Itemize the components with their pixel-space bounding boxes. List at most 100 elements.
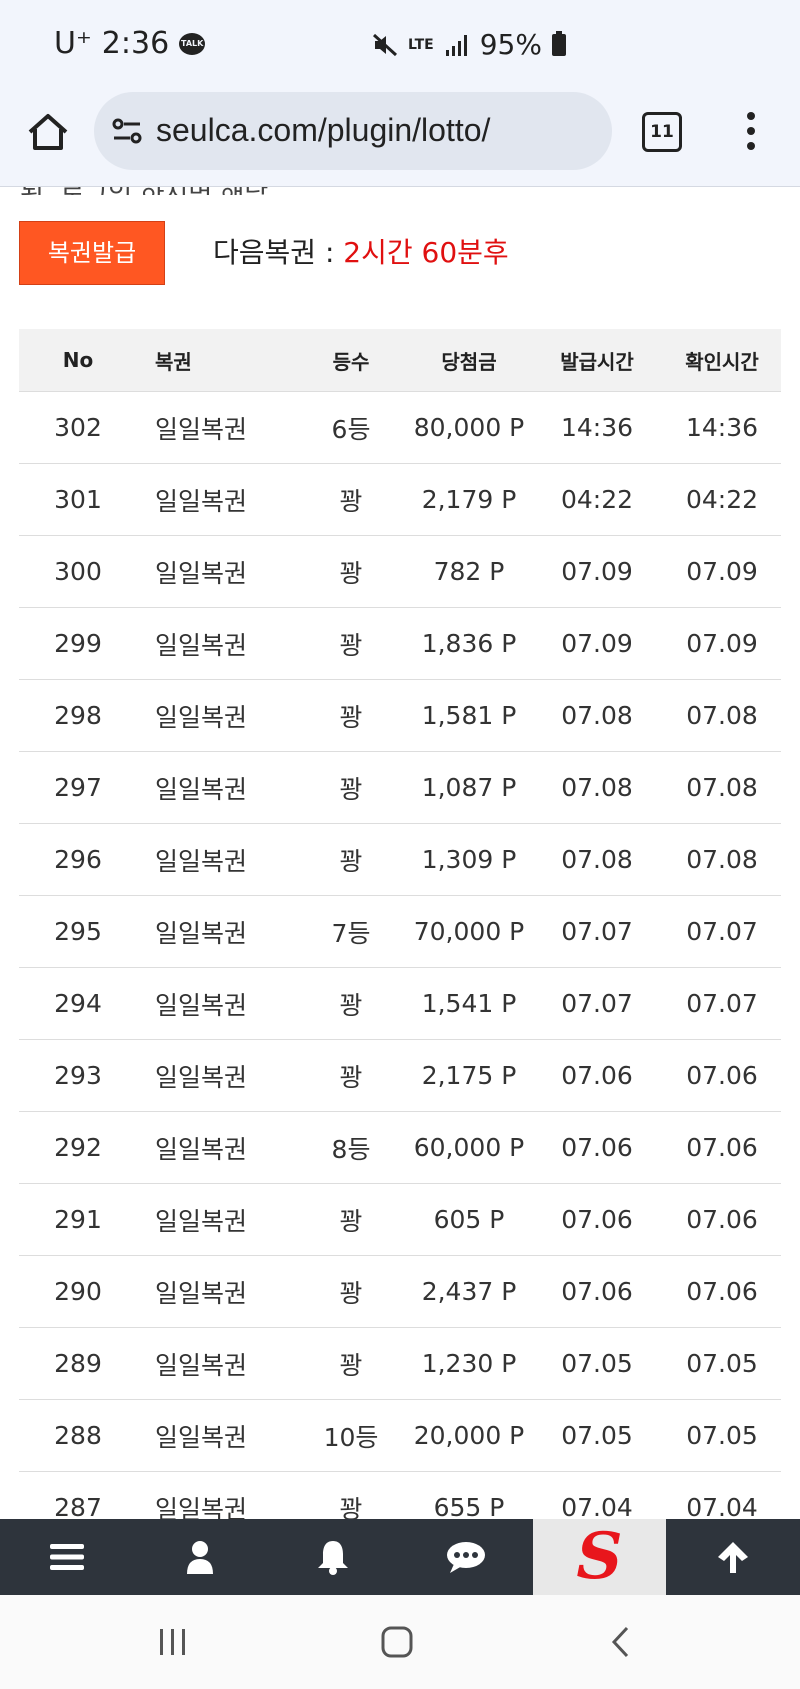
table-row: 292 일일복권 8등 60,000 P 07.06 07.06 <box>19 1112 781 1184</box>
android-nav-bar <box>0 1595 800 1689</box>
browser-toolbar: seulca.com/plugin/lotto/ 11 <box>0 90 800 187</box>
notification-button[interactable] <box>266 1519 399 1595</box>
row-lottery: 일일복권 <box>155 558 248 588</box>
row-check-time: 04:22 <box>685 485 759 514</box>
row-check-time: 07.08 <box>686 701 758 730</box>
row-issue-time: 07.06 <box>561 1277 633 1306</box>
row-lottery: 일일복권 <box>155 774 248 804</box>
site-logo-button[interactable]: S <box>533 1519 666 1595</box>
row-check-time: 07.06 <box>686 1205 758 1234</box>
row-prize: 1,541 P <box>421 989 517 1018</box>
table-row: 297 일일복권 꽝 1,087 P 07.08 07.08 <box>19 752 781 824</box>
row-lottery: 일일복권 <box>155 702 248 732</box>
row-prize: 782 P <box>433 557 505 586</box>
row-prize: 1,836 P <box>421 629 517 658</box>
table-row: 301 일일복권 꽝 2,179 P 04:22 04:22 <box>19 464 781 536</box>
recent-apps-icon <box>160 1629 185 1655</box>
row-issue-time: 07.09 <box>561 557 633 586</box>
row-check-time: 07.04 <box>686 1493 758 1519</box>
header-no: No <box>62 348 94 372</box>
row-issue-time: 07.06 <box>561 1205 633 1234</box>
row-lottery: 일일복권 <box>155 846 248 876</box>
row-no: 290 <box>54 1277 102 1306</box>
header-issue-time: 발급시간 <box>560 349 634 374</box>
status-bar: U⁺ 2:36 TALK LTE 95% <box>0 0 800 90</box>
header-prize: 당첨금 <box>441 349 497 374</box>
row-prize: 605 P <box>433 1205 505 1234</box>
table-body: 302 일일복권 6등 80,000 P 14:36 14:36 301 일일복권 꽝 2,179… <box>19 392 781 1519</box>
row-lottery: 일일복권 <box>155 414 248 444</box>
row-no: 297 <box>54 773 102 802</box>
chat-button[interactable] <box>399 1519 532 1595</box>
row-prize: 80,000 P <box>413 413 525 442</box>
mute-icon <box>372 33 398 56</box>
menu-button[interactable] <box>0 1519 133 1595</box>
back-chevron-icon <box>611 1626 629 1658</box>
signal-icon <box>445 34 467 56</box>
recent-apps-button[interactable] <box>148 1617 198 1667</box>
row-issue-time: 07.09 <box>561 629 633 658</box>
android-back-button[interactable] <box>596 1617 646 1667</box>
site-settings-icon[interactable] <box>110 114 144 148</box>
row-prize: 2,175 P <box>421 1061 517 1090</box>
issue-lottery-button[interactable]: 복권발급 <box>19 221 165 285</box>
row-issue-time: 14:36 <box>560 413 634 442</box>
table-row: 287 일일복권 꽝 655 P 07.04 07.04 <box>19 1472 781 1519</box>
user-button[interactable] <box>133 1519 266 1595</box>
row-lottery: 일일복권 <box>155 1206 248 1236</box>
row-lottery: 일일복권 <box>155 918 248 948</box>
clock: 2:36 <box>101 26 170 61</box>
scroll-top-button[interactable] <box>666 1519 799 1595</box>
row-issue-time: 07.04 <box>561 1493 633 1519</box>
row-lottery: 일일복권 <box>155 1062 248 1092</box>
row-check-time: 07.06 <box>686 1061 758 1090</box>
address-bar[interactable]: seulca.com/plugin/lotto/ <box>94 92 612 170</box>
arrow-up-icon <box>717 1542 748 1573</box>
row-no: 291 <box>54 1205 102 1234</box>
table-row: 291 일일복권 꽝 605 P 07.06 07.06 <box>19 1184 781 1256</box>
row-check-time: 14:36 <box>685 413 759 442</box>
more-options-icon[interactable] <box>746 112 756 152</box>
row-issue-time: 07.08 <box>561 845 633 874</box>
battery-icon <box>551 30 566 56</box>
row-issue-time: 07.05 <box>561 1421 633 1450</box>
table-row: 290 일일복권 꽝 2,437 P 07.06 07.06 <box>19 1256 781 1328</box>
next-lottery-label: 다음복권 : <box>213 236 344 269</box>
table-row: 302 일일복권 6등 80,000 P 14:36 14:36 <box>19 392 781 464</box>
row-prize: 2,179 P <box>421 485 517 514</box>
home-icon[interactable] <box>26 110 70 154</box>
next-lottery-info: 다음복권 : 2시간 60분후 <box>213 231 509 271</box>
header-check-time: 확인시간 <box>685 349 759 374</box>
row-check-time: 07.09 <box>686 557 758 586</box>
battery-label: 95% <box>479 28 542 61</box>
table-row: 299 일일복권 꽝 1,836 P 07.09 07.09 <box>19 608 781 680</box>
url-text[interactable]: seulca.com/plugin/lotto/ <box>156 112 490 149</box>
bell-icon <box>317 1541 348 1575</box>
row-lottery: 일일복권 <box>155 630 248 660</box>
row-issue-time: 07.06 <box>561 1061 633 1090</box>
row-prize: 70,000 P <box>413 917 525 946</box>
row-issue-time: 07.07 <box>561 917 633 946</box>
header-lottery: 복권 <box>155 349 192 374</box>
row-lottery: 일일복권 <box>155 1134 248 1164</box>
row-no: 292 <box>54 1133 102 1162</box>
row-lottery: 일일복권 <box>155 990 248 1020</box>
android-home-button[interactable] <box>372 1617 422 1667</box>
tab-switcher-button[interactable]: 11 <box>642 112 682 152</box>
row-check-time: 07.05 <box>686 1349 758 1378</box>
row-no: 294 <box>54 989 102 1018</box>
kakaotalk-icon: TALK <box>179 32 206 55</box>
row-prize: 60,000 P <box>413 1133 525 1162</box>
table-row: 295 일일복권 7등 70,000 P 07.07 07.07 <box>19 896 781 968</box>
table-row: 296 일일복권 꽝 1,309 P 07.08 07.08 <box>19 824 781 896</box>
table-row: 294 일일복권 꽝 1,541 P 07.07 07.07 <box>19 968 781 1040</box>
lottery-history-table: No 복권 등수 당첨금 발급시간 확인시간 302 일일복권 6등 80,000 P… <box>19 329 781 1519</box>
row-issue-time: 04:22 <box>560 485 634 514</box>
row-no: 301 <box>54 485 102 514</box>
row-prize: 1,581 P <box>421 701 517 730</box>
status-right: LTE 95% <box>372 28 566 61</box>
menu-icon <box>49 1544 84 1570</box>
row-no: 288 <box>54 1421 102 1450</box>
row-no: 300 <box>54 557 102 586</box>
row-issue-time: 07.08 <box>561 773 633 802</box>
